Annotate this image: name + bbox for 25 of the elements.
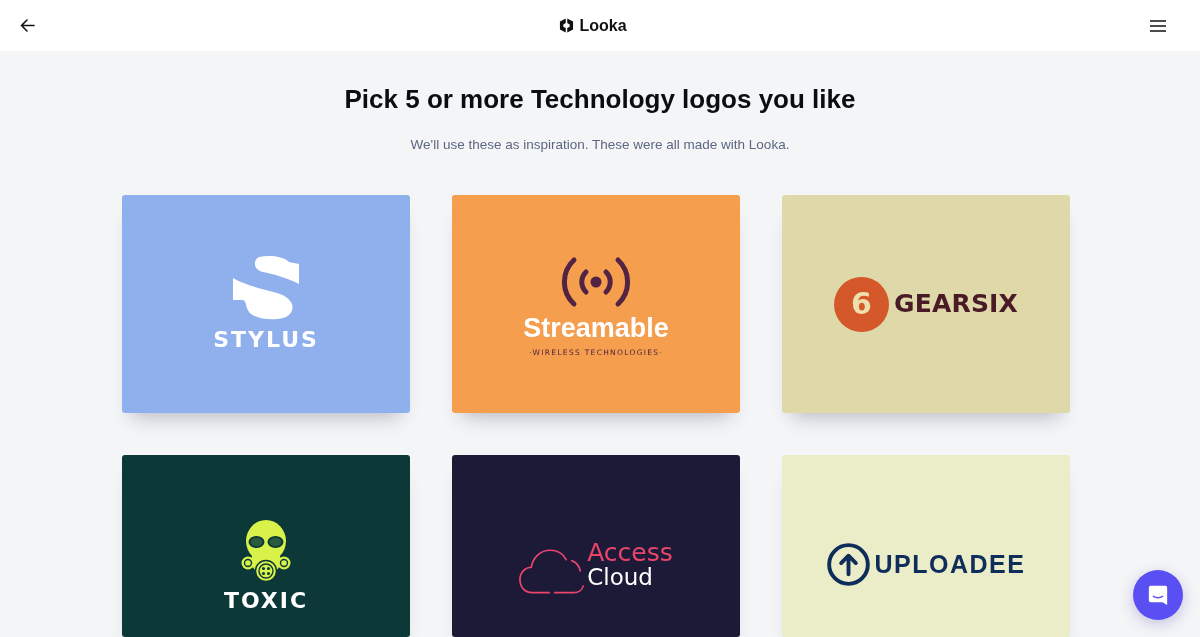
up-arrow-circle-icon [826,542,870,586]
cloud-outline-icon [519,547,586,595]
logo-name: GEARSIX [893,290,1019,318]
logo-card[interactable]: 6 GEARSIX [782,195,1070,413]
logo-name: Cloud [587,564,653,589]
logo-card[interactable]: Access Cloud [452,455,740,637]
page-subheading: We'll use these as inspiration. These were all made with Looka. [410,136,790,154]
logo-name: Access [587,539,673,565]
gas-mask-icon [241,519,291,583]
logo-name: STYLUS [213,328,319,352]
logo-name: TOXIC [223,589,309,613]
brand-name[interactable]: Looka [579,16,627,35]
page-heading: Pick 5 or more Technology logos you like [344,83,856,115]
logo-card[interactable]: TOXIC [122,455,410,637]
logo-name: Streamable [523,314,669,342]
logo-card[interactable]: UPLOADEE [782,455,1070,637]
brand-logo-icon [559,18,575,33]
number-badge: 6 [833,276,889,332]
logo-name: UPLOADEE [874,550,1026,578]
chat-button[interactable] [1133,570,1183,620]
chat-bubble-icon [1147,584,1169,606]
signal-waves-icon [560,256,632,308]
menu-icon[interactable] [1150,19,1166,32]
letter-s-logo-icon [233,256,299,320]
back-arrow-icon[interactable] [20,19,35,32]
